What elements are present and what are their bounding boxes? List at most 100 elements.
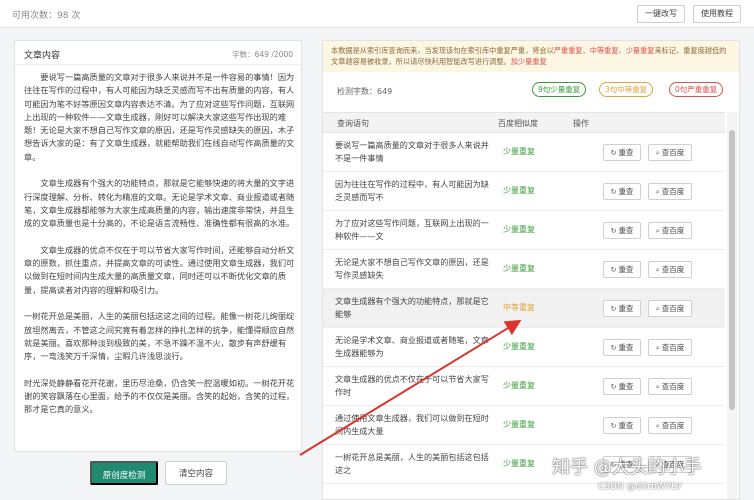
refresh-icon: ↻	[610, 345, 617, 352]
search-icon: ⌕	[655, 306, 660, 313]
recheck-label: 重查	[618, 226, 634, 235]
search-icon: ⌕	[655, 267, 660, 274]
article-paragraph: 时光深处静静看花开花谢，里历尽沧桑，仍含笑一腔温暖如初。一树花开花谢的笑容飘落在…	[24, 377, 295, 415]
top-bar: 可用次数：98 次 一键改写 使用教程	[0, 0, 754, 28]
search-baidu-button[interactable]: ⌕ 查百度	[648, 144, 692, 161]
search-icon: ⌕	[655, 150, 660, 157]
query-sentence: 文章生成器的优点不仅在于可以节省大家写作时	[335, 374, 489, 397]
article-panel: 文章内容 字数：649 /2000 要说写一篇高质量的文章对于很多人来说并不是一…	[14, 40, 302, 452]
similarity-status: 少量重复	[503, 342, 535, 351]
search-baidu-label: 查百度	[661, 226, 685, 235]
search-baidu-button[interactable]: ⌕ 查百度	[648, 378, 692, 395]
recheck-label: 重查	[618, 304, 634, 313]
search-baidu-label: 查百度	[661, 382, 685, 391]
article-title: 文章内容	[24, 51, 61, 61]
article-paragraph: 文章生成器有个强大的功能特点，那就是它能够快速的将大量的文字进行深度理解、分析、…	[24, 178, 295, 229]
severe-duplicate-badge[interactable]: 0句严重重复	[669, 82, 724, 97]
detect-count: 检测字数：649	[337, 87, 393, 96]
similarity-status: 中等重复	[503, 303, 535, 312]
search-baidu-label: 查百度	[661, 343, 685, 352]
similarity-status: 少量重复	[503, 225, 535, 234]
word-count: 字数：649 /2000	[232, 50, 293, 59]
similarity-status: 少量重复	[503, 186, 535, 195]
rewrite-button[interactable]: 一键改写	[637, 5, 685, 23]
query-sentence: 因为往往在写作的过程中，有人可能因为缺乏灵感而写不	[335, 179, 489, 202]
table-row: 无论是大家不想自己写作文章的原因，还是写作灵感缺失 少量重复 ↻ 重查 ⌕ 查百度	[323, 250, 725, 289]
recheck-button[interactable]: ↻ 重查	[603, 417, 641, 434]
search-icon: ⌕	[655, 384, 660, 391]
notice-highlight: 严重重复、中等重复、少量重复	[553, 46, 655, 55]
table-row: 文章生成器有个强大的功能特点，那就是它能够 中等重复 ↻ 重查 ⌕ 查百度	[323, 289, 725, 328]
article-paragraph: 要说写一篇高质量的文章对于很多人来说并不是一件容易的事情！因为往往在写作的过程中…	[24, 72, 295, 162]
recheck-button[interactable]: ↻ 重查	[603, 222, 641, 239]
similarity-status: 少量重复	[503, 264, 535, 273]
article-header: 文章内容 字数：649 /2000	[15, 41, 301, 65]
notice-link[interactable]: 加少量重复	[511, 57, 547, 66]
medium-duplicate-badge[interactable]: 3句中等重复	[599, 82, 654, 97]
notice-banner: 本数据是从索引库查询而来，当发现该句在索引库中重复严重，将会以严重重复、中等重复…	[323, 41, 739, 72]
header-ops: 操作	[573, 119, 589, 128]
tutorial-button[interactable]: 使用教程	[693, 5, 741, 23]
search-baidu-button[interactable]: ⌕ 查百度	[648, 300, 692, 317]
search-icon: ⌕	[655, 189, 660, 196]
query-sentence: 一树花开总是美丽，人生的美丽包括这包括这之	[335, 452, 489, 475]
query-sentence: 文章生成器有个强大的功能特点，那就是它能够	[335, 296, 489, 319]
table-body: 要说写一篇高质量的文章对于很多人来说并不是一件事情 少量重复 ↻ 重查 ⌕ 查百度 因为往往…	[323, 133, 725, 484]
search-baidu-button[interactable]: ⌕ 查百度	[648, 222, 692, 239]
scrollbar-thumb[interactable]	[729, 130, 735, 410]
zhihu-watermark: 知乎 @大头的小手	[552, 457, 702, 478]
search-baidu-button[interactable]: ⌕ 查百度	[648, 339, 692, 356]
similarity-status: 少量重复	[503, 147, 535, 156]
search-baidu-label: 查百度	[661, 421, 685, 430]
table-row: 通过使用文章生成器，我们可以做到在短时间内生成大量 少量重复 ↻ 重查 ⌕ 查百度	[323, 406, 725, 445]
scrollbar[interactable]	[727, 112, 737, 499]
search-icon: ⌕	[655, 423, 660, 430]
light-duplicate-badge[interactable]: 9句少量重复	[532, 82, 587, 97]
table-row: 因为往往在写作的过程中，有人可能因为缺乏灵感而写不 少量重复 ↻ 重查 ⌕ 查百度	[323, 172, 725, 211]
recheck-button[interactable]: ↻ 重查	[603, 300, 641, 317]
search-baidu-label: 查百度	[661, 265, 685, 274]
recheck-button[interactable]: ↻ 重查	[603, 378, 641, 395]
search-baidu-label: 查百度	[661, 148, 685, 157]
recheck-button[interactable]: ↻ 重查	[603, 339, 641, 356]
search-baidu-button[interactable]: ⌕ 查百度	[648, 183, 692, 200]
recheck-label: 重查	[618, 187, 634, 196]
notice-text: 本数据是从索引库查询而来，当发现该句在索引库中重复严重，将会以	[331, 46, 554, 55]
query-sentence: 无论是大家不想自己写作文章的原因，还是写作灵感缺失	[335, 257, 489, 280]
csdn-watermark: CSDN @dXrbWYLV	[598, 482, 682, 492]
query-sentence: 无论是学术文章、商业报道或者随笔，文章生成器能够为	[335, 335, 489, 358]
recheck-button[interactable]: ↻ 重查	[603, 183, 641, 200]
query-sentence: 要说写一篇高质量的文章对于很多人来说并不是一件事情	[335, 140, 489, 163]
query-sentence: 为了应对这些写作问题，互联网上出现的一种软件——文	[335, 218, 489, 241]
search-baidu-label: 查百度	[661, 187, 685, 196]
recheck-button[interactable]: ↻ 重查	[603, 144, 641, 161]
refresh-icon: ↻	[610, 150, 617, 157]
article-paragraph: 一树花开总是美丽，人生的美丽包括这这之间的过程。能像一树花儿绚丽绽放坦然离去，不…	[24, 311, 295, 362]
refresh-icon: ↻	[610, 423, 617, 430]
search-baidu-button[interactable]: ⌕ 查百度	[648, 261, 692, 278]
similarity-status: 少量重复	[503, 381, 535, 390]
table-row: 文章生成器的优点不仅在于可以节省大家写作时 少量重复 ↻ 重查 ⌕ 查百度	[323, 367, 725, 406]
recheck-label: 重查	[618, 265, 634, 274]
recheck-label: 重查	[618, 343, 634, 352]
table-row: 为了应对这些写作问题，互联网上出现的一种软件——文 少量重复 ↻ 重查 ⌕ 查百度	[323, 211, 725, 250]
search-baidu-button[interactable]: ⌕ 查百度	[648, 417, 692, 434]
results-table: 查询语句 百度相似度 操作 要说写一篇高质量的文章对于很多人来说并不是一件事情少…	[323, 112, 725, 484]
search-baidu-label: 查百度	[661, 304, 685, 313]
similarity-status: 少量重复	[503, 420, 535, 429]
header-similarity: 百度相似度	[498, 119, 538, 128]
recheck-label: 重查	[618, 382, 634, 391]
recheck-label: 重查	[618, 148, 634, 157]
refresh-icon: ↻	[610, 228, 617, 235]
recheck-button[interactable]: ↻ 重查	[603, 261, 641, 278]
refresh-icon: ↻	[610, 267, 617, 274]
search-icon: ⌕	[655, 228, 660, 235]
clear-content-button[interactable]: 清空内容	[165, 461, 227, 485]
table-row: 无论是学术文章、商业报道或者随笔，文章生成器能够为 少量重复 ↻ 重查 ⌕ 查百度	[323, 328, 725, 367]
table-header: 查询语句 百度相似度 操作	[323, 112, 725, 133]
remaining-count: 可用次数：98 次	[12, 11, 81, 21]
article-textarea[interactable]: 要说写一篇高质量的文章对于很多人来说并不是一件容易的事情！因为往往在写作的过程中…	[24, 71, 296, 449]
refresh-icon: ↻	[610, 384, 617, 391]
originality-detect-button[interactable]: 原创度检测	[90, 461, 158, 485]
article-paragraph: 文章生成器的优点不仅在于可以节省大家写作时间，还能够自动分析文章的原数，抓住重点…	[24, 244, 295, 295]
